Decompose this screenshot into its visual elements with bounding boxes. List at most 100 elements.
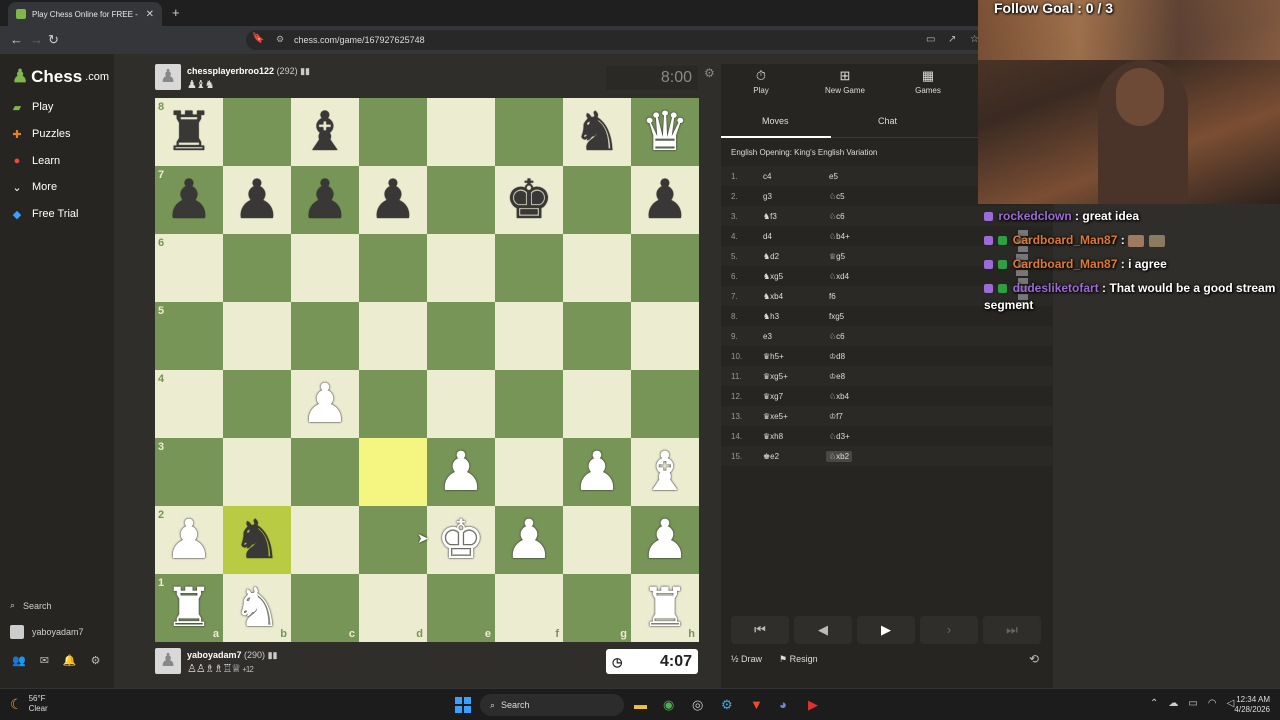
white-piece-h3[interactable]: ♝ bbox=[631, 438, 699, 506]
black-move[interactable]: fxg5 bbox=[829, 312, 844, 321]
black-move[interactable]: ♘c6 bbox=[829, 332, 845, 341]
black-piece-b2[interactable]: ♞ bbox=[223, 506, 291, 574]
chess-logo[interactable]: ♟ Chess .com bbox=[12, 66, 109, 87]
cloud-icon[interactable]: ☁ bbox=[1168, 698, 1178, 709]
forward-icon[interactable]: → bbox=[30, 32, 43, 47]
white-move[interactable]: ♞xb4 bbox=[763, 292, 783, 301]
discord-icon[interactable]: ◕ bbox=[779, 697, 787, 712]
file-explorer-icon[interactable]: ▬ bbox=[634, 697, 647, 712]
square-b4[interactable] bbox=[223, 370, 291, 438]
black-move[interactable]: ♘xd4 bbox=[829, 272, 849, 281]
tab-games[interactable]: ▦ Games bbox=[888, 68, 968, 95]
black-move[interactable]: ♔d8 bbox=[829, 352, 845, 361]
friends-icon[interactable]: 👥 bbox=[12, 654, 26, 667]
black-move[interactable]: ♔e8 bbox=[829, 372, 845, 381]
square-f8[interactable] bbox=[495, 98, 563, 166]
white-move[interactable]: ♞f3 bbox=[763, 212, 777, 221]
square-f6[interactable] bbox=[495, 234, 563, 302]
flip-board-icon[interactable]: ⟲ bbox=[1029, 652, 1039, 666]
url-field[interactable]: 🔖 ⚙ chess.com/game/167927625748 ▭ ↗ ☆ bbox=[246, 30, 986, 50]
volume-icon[interactable]: ◁ bbox=[1227, 698, 1235, 709]
taskbar-search[interactable]: ⌕ Search bbox=[480, 694, 624, 716]
square-f3[interactable] bbox=[495, 438, 563, 506]
square-d6[interactable] bbox=[359, 234, 427, 302]
black-move[interactable]: ♘c6 bbox=[829, 212, 845, 221]
square-e7[interactable] bbox=[427, 166, 495, 234]
cast-icon[interactable]: ▭ bbox=[926, 34, 935, 45]
youtube-icon[interactable]: ▶ bbox=[808, 697, 818, 713]
square-h6[interactable] bbox=[631, 234, 699, 302]
square-e8[interactable] bbox=[427, 98, 495, 166]
white-move[interactable]: c4 bbox=[763, 172, 771, 181]
white-move[interactable]: ♞h3 bbox=[763, 312, 779, 321]
last-move-button[interactable]: ⏭ bbox=[983, 616, 1041, 644]
back-icon[interactable]: ← bbox=[10, 32, 23, 47]
opening-name[interactable]: English Opening: King's English Variatio… bbox=[731, 148, 877, 157]
square-e5[interactable] bbox=[427, 302, 495, 370]
avatar[interactable] bbox=[155, 64, 181, 90]
white-move[interactable]: ♛xg7 bbox=[763, 392, 783, 401]
black-move[interactable]: ♘b4+ bbox=[829, 232, 850, 241]
white-piece-b1[interactable]: ♞ bbox=[223, 574, 291, 642]
black-move[interactable]: ♘d3+ bbox=[829, 432, 850, 441]
bell-icon[interactable]: 🔔 bbox=[63, 654, 77, 667]
white-move[interactable]: d4 bbox=[763, 232, 772, 241]
square-c1[interactable]: c bbox=[291, 574, 359, 642]
square-a3[interactable]: 3 bbox=[155, 438, 223, 506]
square-g6[interactable] bbox=[563, 234, 631, 302]
white-move[interactable]: ♞d2 bbox=[763, 252, 779, 261]
square-g4[interactable] bbox=[563, 370, 631, 438]
black-piece-c8[interactable]: ♝ bbox=[291, 98, 359, 166]
square-d4[interactable] bbox=[359, 370, 427, 438]
square-d5[interactable] bbox=[359, 302, 427, 370]
black-piece-c7[interactable]: ♟ bbox=[291, 166, 359, 234]
black-piece-f7[interactable]: ♚ bbox=[495, 166, 563, 234]
black-move[interactable]: ♕g5 bbox=[829, 252, 845, 261]
square-c5[interactable] bbox=[291, 302, 359, 370]
new-tab-icon[interactable]: + bbox=[172, 5, 180, 20]
white-piece-h8[interactable]: ♛ bbox=[631, 98, 699, 166]
square-d8[interactable] bbox=[359, 98, 427, 166]
brave-icon[interactable]: ▼ bbox=[750, 697, 763, 712]
black-move[interactable]: ♘xb4 bbox=[829, 392, 849, 401]
tab-new-game[interactable]: ⊞ New Game bbox=[805, 68, 885, 95]
black-piece-h7[interactable]: ♟ bbox=[631, 166, 699, 234]
square-f1[interactable]: f bbox=[495, 574, 563, 642]
white-move[interactable]: g3 bbox=[763, 192, 772, 201]
black-move[interactable]: e5 bbox=[829, 172, 838, 181]
white-move[interactable]: ♚e2 bbox=[763, 452, 779, 461]
square-b8[interactable] bbox=[223, 98, 291, 166]
tab-play[interactable]: ⏱ Play bbox=[721, 68, 801, 95]
chevron-up-icon[interactable]: ⌃ bbox=[1150, 698, 1158, 709]
previous-move-button[interactable]: ◀ bbox=[794, 616, 852, 644]
close-tab-icon[interactable]: ✕ bbox=[146, 9, 154, 20]
sidebar-item-more[interactable]: ⌄ More bbox=[10, 177, 57, 197]
white-piece-h2[interactable]: ♟ bbox=[631, 506, 699, 574]
square-g2[interactable] bbox=[563, 506, 631, 574]
sidebar-search[interactable]: ⌕ Search bbox=[10, 600, 52, 611]
sidebar-user[interactable]: yaboyadam7 bbox=[10, 625, 84, 639]
github-icon[interactable]: ◎ bbox=[692, 697, 703, 713]
reload-icon[interactable]: ↻ bbox=[48, 32, 59, 48]
square-d3[interactable] bbox=[359, 438, 427, 506]
square-c6[interactable] bbox=[291, 234, 359, 302]
square-c3[interactable] bbox=[291, 438, 359, 506]
clock-tray[interactable]: 12:34 AM 4/28/2026 bbox=[1234, 695, 1270, 715]
bookmark-icon[interactable]: 🔖 bbox=[252, 33, 264, 44]
square-a5[interactable]: 5 bbox=[155, 302, 223, 370]
chrome-icon[interactable]: ◉ bbox=[663, 697, 674, 713]
first-move-button[interactable]: ⏮ bbox=[731, 616, 789, 644]
top-player-name[interactable]: chessplayerbroo122 (292) ▮▮ bbox=[187, 66, 310, 77]
black-piece-a7[interactable]: ♟ bbox=[155, 166, 223, 234]
black-move[interactable]: ♔f7 bbox=[829, 412, 843, 421]
square-f4[interactable] bbox=[495, 370, 563, 438]
settings-gear-icon[interactable]: ⚙ bbox=[91, 654, 101, 667]
square-e1[interactable]: e bbox=[427, 574, 495, 642]
windows-start-icon[interactable] bbox=[455, 697, 471, 713]
white-piece-g3[interactable]: ♟ bbox=[563, 438, 631, 506]
square-h5[interactable] bbox=[631, 302, 699, 370]
browser-tab[interactable]: Play Chess Online for FREE - ✕ bbox=[8, 2, 162, 26]
next-move-button[interactable]: › bbox=[920, 616, 978, 644]
network-icon[interactable]: ▭ bbox=[1188, 698, 1197, 709]
sidebar-item-free-trial[interactable]: ◆ Free Trial bbox=[10, 204, 79, 224]
